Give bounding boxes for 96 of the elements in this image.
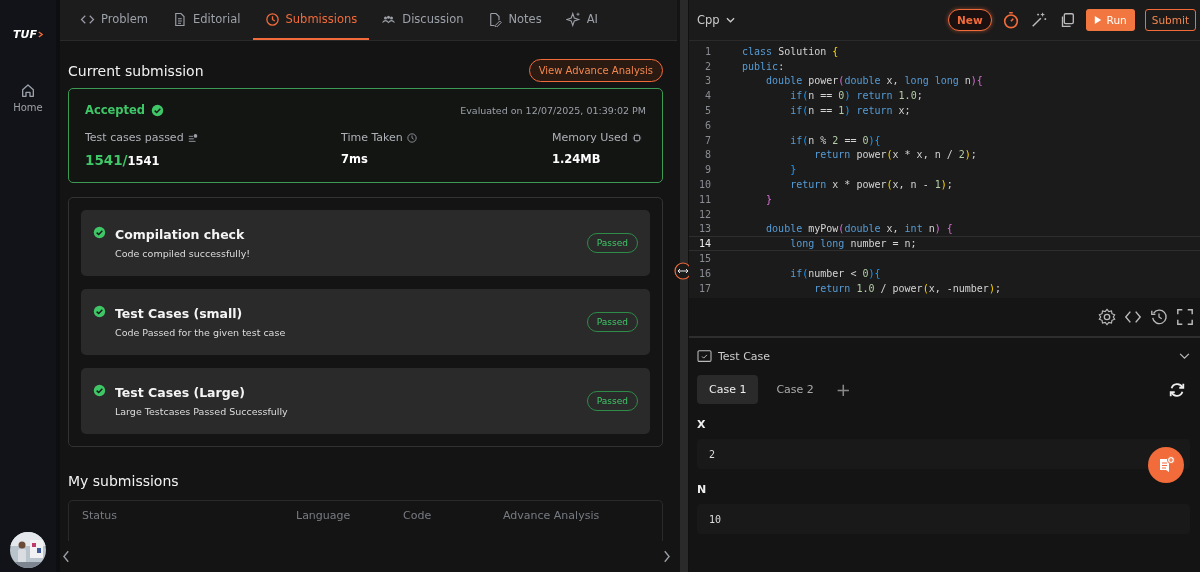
settings-icon[interactable] (1098, 308, 1116, 326)
check-title: Test Cases (small) (115, 306, 244, 321)
line-number: 7 (703, 134, 711, 146)
stat-label: Time Taken (341, 131, 403, 144)
check-detail: Code Passed for the given test case (115, 327, 287, 338)
stat-value: 7ms (341, 152, 369, 166)
code-line: if(n % 2 == 0){ (789, 134, 881, 146)
check-title: Test Cases (Large) (115, 385, 246, 400)
panel-title: Test Case (718, 350, 771, 363)
input-field[interactable]: 10 (697, 504, 1190, 534)
line-number: 8 (703, 149, 711, 161)
check-icon (93, 384, 106, 397)
line-number: 13 (697, 223, 711, 235)
analysis-button[interactable]: View Advance Analysis (528, 59, 663, 82)
clock-icon (264, 11, 280, 27)
code-line: if(n == 0) return 1.0; (789, 90, 923, 102)
column-header: Status (82, 509, 118, 522)
note-icon (487, 11, 503, 27)
input-label: X (697, 418, 707, 431)
line-number: 17 (697, 282, 711, 294)
language-dropdown[interactable]: Cpp (697, 13, 735, 27)
input-label: N (697, 483, 708, 496)
code-line: return x * power(x, n - 1); (789, 179, 953, 191)
scroll-right-icon[interactable] (663, 550, 670, 563)
line-number: 12 (697, 208, 711, 220)
stat-value: 1541/1541 (85, 152, 161, 168)
check-icon (93, 305, 106, 318)
sidebar-item[interactable]: Home (13, 83, 43, 113)
section-title: Current submission (68, 62, 204, 79)
caret-icon (725, 17, 735, 23)
logo[interactable]: TUF (13, 28, 43, 41)
code-line: if(n == 1) return x; (789, 105, 911, 117)
line-number: 1 (703, 45, 711, 57)
list-icon (187, 132, 198, 143)
stat-label: Memory Used (552, 131, 628, 144)
line-number: 2 (703, 60, 711, 72)
fullscreen-icon[interactable] (1176, 308, 1194, 326)
clock-icon (406, 132, 417, 143)
section-title: My submissions (68, 473, 180, 489)
check-detail: Large Testcases Passed Successfully (115, 406, 289, 417)
line-number: 4 (703, 90, 711, 102)
tab[interactable]: Submissions (252, 0, 370, 40)
stat-value: 1.24MB (552, 152, 602, 166)
code-line: long long number = n; (789, 238, 917, 250)
code-line: } (789, 164, 797, 176)
check-title: Compilation check (115, 227, 246, 242)
add-case-button[interactable]: + (831, 380, 855, 399)
tab[interactable]: Editorial (160, 0, 253, 40)
code-line: double power(double x, long long n){ (765, 75, 983, 87)
refresh-icon[interactable] (1168, 380, 1186, 399)
code-line: return 1.0 / power(x, -number); (813, 282, 1001, 294)
magic-wand-icon[interactable] (1029, 11, 1048, 29)
history-icon[interactable] (1150, 308, 1168, 326)
check-icon (93, 226, 106, 239)
check-icon (151, 103, 165, 117)
document-icon (172, 11, 188, 27)
home-icon (20, 83, 36, 99)
line-number: 11 (697, 193, 711, 205)
new-button[interactable]: New (948, 9, 992, 31)
play-icon (1093, 15, 1102, 25)
tab[interactable]: Notes (475, 0, 554, 40)
line-number: 14 (697, 238, 711, 250)
submit-button[interactable]: Submit (1144, 9, 1196, 31)
line-number: 6 (703, 119, 711, 131)
checkbox-icon (697, 350, 712, 363)
line-number: 5 (703, 105, 711, 117)
timer-icon[interactable] (1001, 11, 1020, 29)
chip-icon (631, 132, 642, 143)
code-line: public: (742, 60, 785, 72)
code-icon[interactable] (1124, 308, 1142, 326)
line-number: 16 (697, 267, 711, 279)
code-line: double myPow(double x, int n) { (765, 223, 953, 235)
line-number: 10 (697, 179, 711, 191)
code-line: } (765, 193, 773, 205)
tab[interactable]: AI (553, 0, 610, 40)
line-number: 3 (703, 75, 711, 87)
case-tab[interactable]: Case 2 (764, 375, 826, 404)
line-number: 15 (697, 253, 711, 265)
evaluated-text: Evaluated on 12/07/2025, 01:39:02 PM (460, 104, 646, 116)
status-text: Accepted (85, 103, 146, 117)
column-header: Advance Analysis (503, 509, 600, 522)
tab[interactable]: Discussion (369, 0, 476, 40)
input-field[interactable]: 2 (697, 439, 1190, 469)
stat-label: Test cases passed (85, 131, 184, 144)
check-detail: Code compiled successfully! (115, 248, 252, 259)
code-line: class Solution { (742, 45, 839, 57)
tab[interactable]: Problem (68, 0, 161, 40)
code-line: if(number < 0){ (789, 267, 881, 279)
scroll-left-icon[interactable] (63, 550, 70, 563)
code-line: return power(x * x, n / 2); (813, 149, 977, 161)
line-number: 9 (703, 164, 711, 176)
case-tab[interactable]: Case 1 (697, 375, 759, 404)
column-header: Language (296, 509, 351, 522)
sparkle-icon (565, 11, 581, 27)
column-header: Code (403, 509, 432, 522)
chevron-down-icon[interactable] (1179, 353, 1190, 360)
